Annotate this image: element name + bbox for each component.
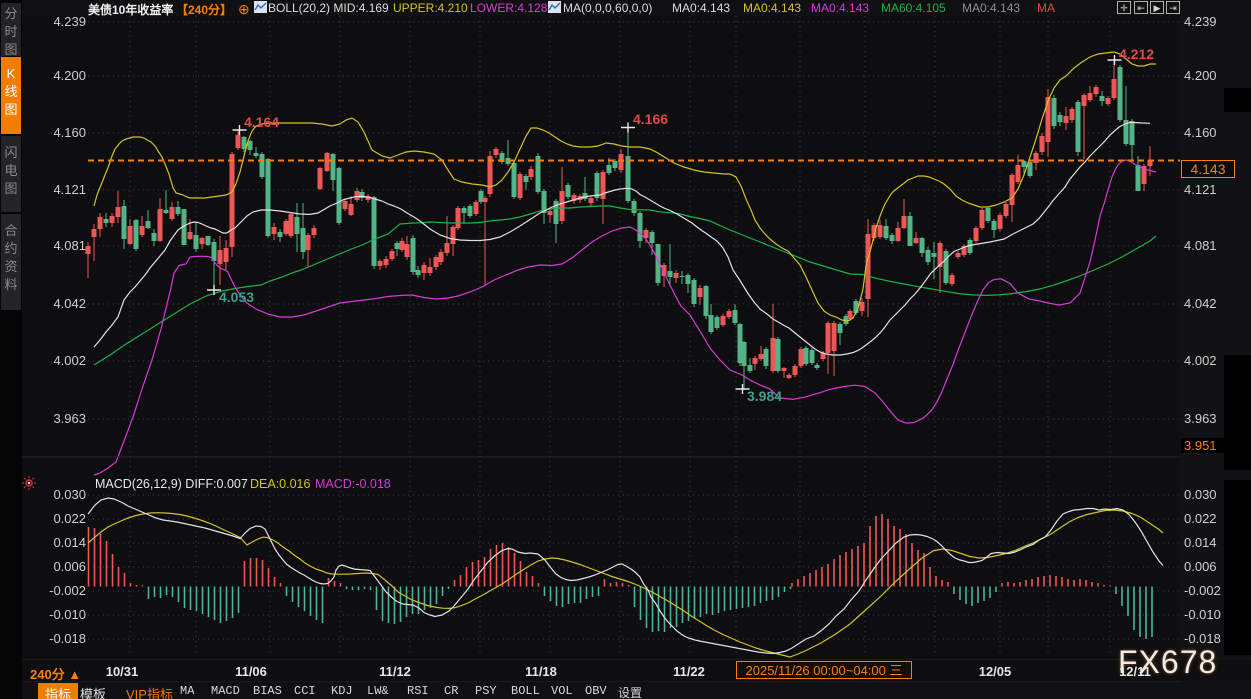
svg-text:4.166: 4.166 [633,111,668,127]
svg-text:4.212: 4.212 [1119,46,1154,62]
svg-text:4.164: 4.164 [244,114,279,130]
svg-text:MACD(26,12,9) DIFF:0.007: MACD(26,12,9) DIFF:0.007 [95,477,248,491]
svg-text:4.053: 4.053 [219,289,254,305]
svg-text:DEA:0.016: DEA:0.016 [250,477,311,491]
svg-text:3.984: 3.984 [747,388,782,404]
svg-text:MACD:-0.018: MACD:-0.018 [315,477,391,491]
